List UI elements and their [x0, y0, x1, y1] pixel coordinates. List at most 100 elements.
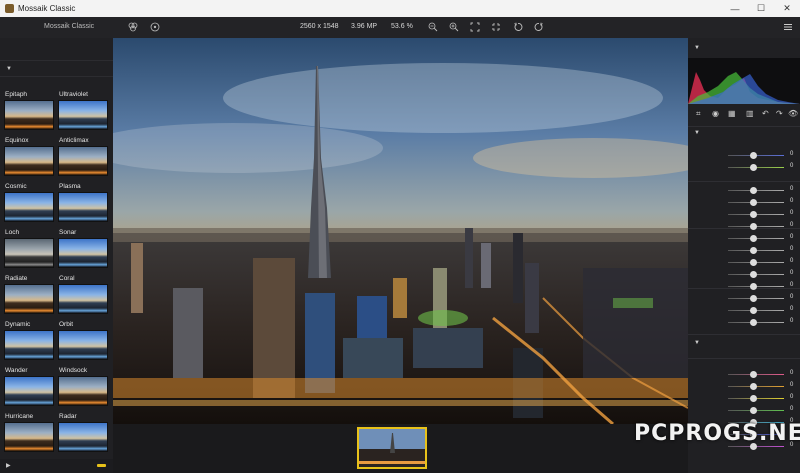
zoom-level: 53.6 %: [391, 23, 413, 30]
adjustment-slider[interactable]: [728, 319, 784, 326]
preset-thumbnail: [4, 146, 54, 176]
preset-label: Radiate: [5, 275, 28, 282]
adjustment-slider[interactable]: [728, 247, 784, 254]
adjustment-slider[interactable]: [728, 307, 784, 314]
slider-handle[interactable]: [750, 271, 758, 278]
slider-handle[interactable]: [750, 152, 758, 159]
preset-item[interactable]: Coral: [58, 274, 108, 317]
scroll-indicator[interactable]: [97, 464, 106, 467]
preset-item[interactable]: Orbit: [58, 320, 108, 363]
fit-screen-icon[interactable]: [469, 21, 481, 33]
preset-item[interactable]: Ultraviolet: [58, 90, 108, 133]
preset-item[interactable]: Wander: [4, 366, 54, 409]
slider-value: 0: [790, 294, 794, 300]
preset-item[interactable]: Cosmic: [4, 182, 54, 225]
preset-item[interactable]: Loch: [4, 228, 54, 271]
slider-handle[interactable]: [750, 371, 758, 378]
adjustment-slider[interactable]: [728, 395, 784, 402]
adjustment-tools: ⌗ ◉ ▦ ▥ ↶ ↷ 👁: [688, 108, 800, 122]
redo-icon[interactable]: ↷: [776, 109, 783, 118]
chevron-right-icon[interactable]: ▶: [6, 462, 11, 469]
adjustment-slider[interactable]: [728, 235, 784, 242]
preset-thumbnail: [58, 100, 108, 130]
adjustment-slider[interactable]: [728, 283, 784, 290]
adjustment-slider[interactable]: [728, 223, 784, 230]
adjustment-slider[interactable]: [728, 443, 784, 450]
adjustment-slider[interactable]: [728, 407, 784, 414]
adjustment-slider[interactable]: [728, 164, 784, 171]
actual-size-icon[interactable]: [490, 21, 502, 33]
rotate-left-icon[interactable]: [512, 21, 524, 33]
color-collapse-icon[interactable]: ▼: [694, 340, 700, 346]
presets-collapse-toggle[interactable]: ▼: [0, 61, 113, 77]
color-channels-icon[interactable]: [127, 21, 139, 33]
adjustment-slider[interactable]: [728, 152, 784, 159]
slider-handle[interactable]: [750, 407, 758, 414]
rotate-right-icon[interactable]: [533, 21, 545, 33]
divider: [688, 126, 800, 127]
preset-thumbnail: [58, 330, 108, 360]
slider-value: 0: [790, 163, 794, 169]
slider-handle[interactable]: [750, 164, 758, 171]
slider-handle[interactable]: [750, 295, 758, 302]
preset-item[interactable]: Radiate: [4, 274, 54, 317]
preset-label: Wander: [5, 367, 28, 374]
grid-icon[interactable]: ▦: [728, 109, 736, 118]
adjustment-slider[interactable]: [728, 383, 784, 390]
adjustment-slider[interactable]: [728, 371, 784, 378]
zoom-out-icon[interactable]: [427, 21, 439, 33]
preset-item[interactable]: Anticlimax: [58, 136, 108, 179]
city-skyline-image: [113, 38, 688, 424]
slider-handle[interactable]: [750, 211, 758, 218]
slider-handle[interactable]: [750, 383, 758, 390]
target-icon[interactable]: ◉: [712, 109, 719, 118]
slider-handle[interactable]: [750, 307, 758, 314]
preset-item[interactable]: Sonar: [58, 228, 108, 271]
filmstrip-thumbnail-image: [359, 429, 425, 467]
preset-item[interactable]: Windsock: [58, 366, 108, 409]
toolbar: Mossaik Classic 2560 x 1548 3.96 MP 53.6…: [0, 17, 800, 38]
adjustment-slider[interactable]: [728, 187, 784, 194]
preset-item[interactable]: Dynamic: [4, 320, 54, 363]
preset-item[interactable]: Radar: [58, 412, 108, 455]
preset-label: Equinox: [5, 137, 29, 144]
preset-item[interactable]: Hurricane: [4, 412, 54, 455]
minimize-button[interactable]: —: [722, 0, 748, 17]
eye-icon[interactable]: 👁: [788, 109, 798, 118]
adjustments-collapse-icon[interactable]: ▼: [694, 130, 700, 136]
slider-handle[interactable]: [750, 235, 758, 242]
slider-handle[interactable]: [750, 187, 758, 194]
adjustment-slider[interactable]: [728, 295, 784, 302]
adjustment-slider[interactable]: [728, 259, 784, 266]
crop-icon[interactable]: ⌗: [696, 109, 701, 119]
zoom-in-icon[interactable]: [448, 21, 460, 33]
undo-icon[interactable]: ↶: [762, 109, 769, 118]
preset-item[interactable]: Plasma: [58, 182, 108, 225]
slider-value: 0: [790, 210, 794, 216]
image-canvas[interactable]: [113, 38, 688, 424]
filmstrip-thumbnail[interactable]: [357, 427, 427, 469]
help-icon[interactable]: [149, 21, 161, 33]
preset-label: Plasma: [59, 183, 81, 190]
slider-handle[interactable]: [750, 319, 758, 326]
adjustment-slider[interactable]: [728, 199, 784, 206]
preset-item[interactable]: Equinox: [4, 136, 54, 179]
close-button[interactable]: ✕: [774, 0, 800, 17]
slider-handle[interactable]: [750, 259, 758, 266]
preset-label: Dynamic: [5, 321, 31, 328]
preset-thumbnail: [4, 330, 54, 360]
preset-item[interactable]: Epitaph: [4, 90, 54, 133]
image-megapixels: 3.96 MP: [351, 23, 378, 30]
slider-handle[interactable]: [750, 199, 758, 206]
compare-icon[interactable]: ▥: [746, 109, 754, 118]
slider-handle[interactable]: [750, 395, 758, 402]
slider-handle[interactable]: [750, 247, 758, 254]
adjustment-slider[interactable]: [728, 211, 784, 218]
histogram-collapse-icon[interactable]: ▼: [694, 45, 700, 51]
presets-footer: ▶: [0, 459, 113, 473]
menu-icon[interactable]: [782, 21, 794, 33]
adjustment-slider[interactable]: [728, 271, 784, 278]
maximize-button[interactable]: ☐: [748, 0, 774, 17]
slider-value: 0: [790, 282, 794, 288]
app-logo-icon: [5, 4, 14, 13]
